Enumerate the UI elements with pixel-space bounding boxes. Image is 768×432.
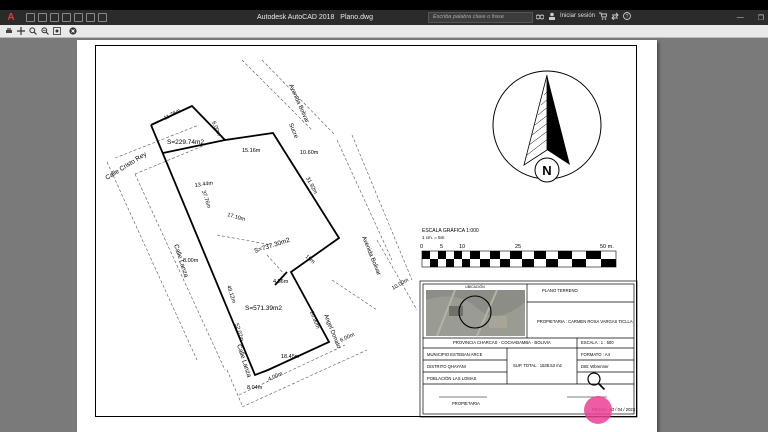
- scale-tick-25: 25: [515, 244, 521, 250]
- north-arrow: N: [492, 70, 602, 183]
- new-file-icon[interactable]: [26, 13, 35, 22]
- dim-10: 20.90m: [308, 311, 321, 331]
- cursor-highlight: [584, 396, 612, 424]
- quick-access-toolbar: [26, 13, 107, 22]
- zoom-cursor-icon: [587, 372, 606, 391]
- scale-subtitle: 1 cm. = 5m: [422, 235, 445, 240]
- user-icon[interactable]: [548, 12, 556, 20]
- province-label: PROVINCIA CHARCAS - COCHABAMBA - BOLIVIA: [453, 340, 551, 345]
- print-icon[interactable]: [5, 27, 13, 35]
- lot-outline: [150, 104, 341, 377]
- dim-19: 6.00m: [210, 121, 221, 138]
- zoom-extents-icon[interactable]: [53, 27, 61, 35]
- dim-16: 37.76m: [200, 190, 212, 210]
- dim-9: 17.10m: [226, 212, 246, 223]
- area-label-3: S=571.39m2: [245, 305, 282, 312]
- dim-6: 8.00m: [183, 258, 199, 264]
- svg-text:?: ?: [626, 14, 629, 20]
- preview-toolbar: [0, 25, 768, 38]
- owner-label: PROPIETARIA : CARMEN ROSA VARGAS TICLLA: [537, 319, 633, 324]
- dim-13: 10.00m: [391, 277, 410, 292]
- area-label-1: S=229.74m2: [167, 139, 204, 146]
- dim-4: 13.44m: [194, 180, 213, 189]
- street-bolivar-top: Avenida Bolivar: [287, 83, 309, 123]
- dim-12: 8.04m: [247, 385, 263, 391]
- area-label-2: S=737.30m2: [253, 237, 291, 255]
- exchange-icon[interactable]: [611, 12, 619, 20]
- help-icon[interactable]: ?: [623, 12, 631, 20]
- minimize-button[interactable]: —: [737, 14, 744, 21]
- plan-title: PLANO TERRENO: [542, 288, 579, 293]
- graphic-scale: ESCALA GRÁFICA 1:000 1 cm. = 5m 0 5 10 2…: [420, 227, 617, 268]
- escala-label: ESCALA : 1 : 500: [581, 340, 614, 345]
- scale-tick-0: 0: [420, 244, 423, 250]
- binoculars-icon[interactable]: [536, 12, 544, 20]
- poblacion-label: POBLACIÓN LAS LOMAS: [427, 376, 477, 381]
- formato-label: FORMATO : A4: [581, 352, 611, 357]
- sup-total-label: SUP. TOTAL : 1538.53 m2: [513, 363, 563, 368]
- dim-17: 49.12m: [225, 285, 237, 305]
- dim-11: 18.45m: [281, 354, 300, 360]
- window-title: Autodesk AutoCAD 2018 Plano.dwg: [200, 14, 430, 21]
- file-name: Plano.dwg: [340, 14, 373, 21]
- print-icon[interactable]: [74, 13, 83, 22]
- dim-18: 52.07m: [233, 323, 245, 343]
- paper-sheet: Calle Cristo Rey Calle Lanza Calle Lanza…: [77, 40, 657, 432]
- cart-icon[interactable]: [599, 12, 608, 20]
- municipio-label: MUNICIPIO ESTEBAN ARCE: [427, 352, 483, 357]
- zoom-window-icon[interactable]: [41, 27, 49, 35]
- dim-15: 4.00m: [267, 371, 284, 383]
- dim-14: 6.00m: [339, 332, 356, 344]
- street-lines: [106, 59, 418, 408]
- dim-2: 15.16m: [242, 148, 261, 154]
- dibujo-label: DIB: Wbrenner: [581, 364, 609, 369]
- drawing-workarea[interactable]: Calle Cristo Rey Calle Lanza Calle Lanza…: [0, 38, 768, 432]
- open-file-icon[interactable]: [38, 13, 47, 22]
- location-caption: UBICACIÓN: [465, 284, 485, 289]
- pan-icon[interactable]: [17, 27, 25, 35]
- signature-label: PROPIETARIA: [452, 401, 480, 406]
- autocad-logo-icon[interactable]: A: [0, 10, 22, 25]
- scale-title: ESCALA GRÁFICA 1:000: [422, 227, 479, 234]
- scale-tick-50: 50 m.: [600, 244, 614, 250]
- app-title: Autodesk AutoCAD 2018: [257, 14, 335, 21]
- dim-1: 11.76m: [163, 108, 182, 122]
- dim-3: 10.60m: [300, 150, 319, 156]
- scale-tick-10: 10: [459, 244, 465, 250]
- save-icon[interactable]: [50, 13, 59, 22]
- redo-icon[interactable]: [98, 13, 107, 22]
- location-map: [426, 289, 525, 337]
- window-controls: — ❐: [737, 10, 764, 25]
- scale-tick-5: 5: [440, 244, 443, 250]
- title-bar: A Autodesk AutoCAD 2018 Plano.dwg Escrib…: [0, 10, 768, 25]
- north-label: N: [542, 163, 551, 178]
- restore-button[interactable]: ❐: [758, 14, 764, 22]
- top-right-tools: Iniciar sesión ?: [536, 12, 631, 20]
- zoom-icon[interactable]: [29, 27, 37, 35]
- undo-icon[interactable]: [86, 13, 95, 22]
- distrito-label: DISTRITO QHAYANI: [427, 364, 466, 369]
- signin-button[interactable]: Iniciar sesión: [560, 13, 595, 19]
- dim-7: 4.56m: [273, 279, 289, 285]
- street-sucre: Sucre: [287, 123, 299, 140]
- street-cristo-rey: Calle Cristo Rey: [104, 150, 148, 181]
- search-input[interactable]: Escriba palabra clave o frase: [428, 12, 533, 23]
- save-as-icon[interactable]: [62, 13, 71, 22]
- close-preview-icon[interactable]: [69, 27, 77, 35]
- drawing-canvas: Calle Cristo Rey Calle Lanza Calle Lanza…: [104, 59, 638, 418]
